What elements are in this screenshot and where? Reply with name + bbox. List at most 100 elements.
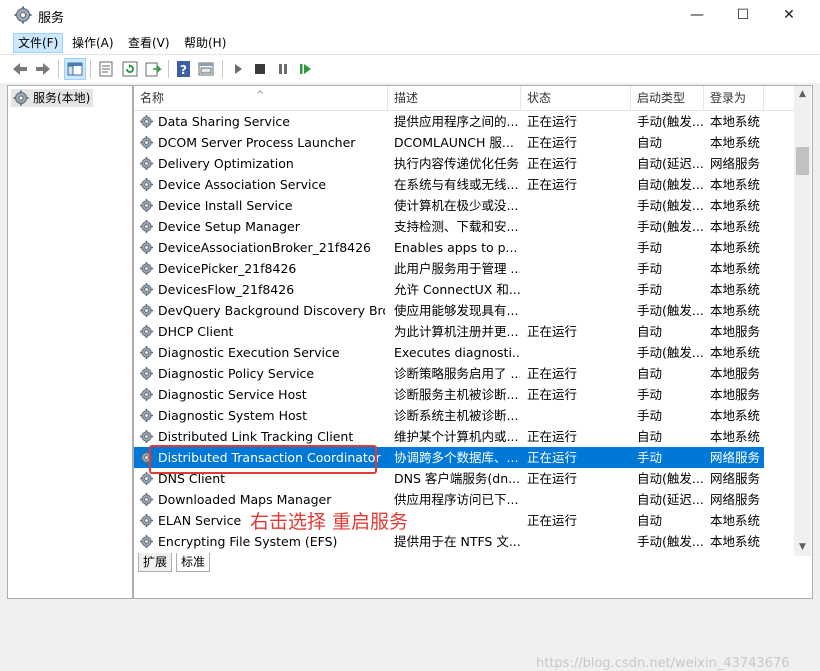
column-header-startup-type[interactable]: 启动类型: [631, 86, 704, 110]
back-icon[interactable]: [10, 59, 30, 79]
stop-icon[interactable]: [250, 59, 270, 79]
main-area: 服务(本地) 名称 ^ 描述 状态 启动类型 登录为 Data Sharing …: [0, 83, 820, 671]
console-tree-icon[interactable]: [64, 58, 86, 80]
start-icon[interactable]: [228, 59, 248, 79]
menu-view[interactable]: 查看(V): [124, 34, 174, 52]
table-row[interactable]: Device Setup Manager 支持检测、下载和安... 手动(触发...…: [134, 216, 764, 237]
menu-action[interactable]: 操作(A): [68, 34, 118, 52]
table-row[interactable]: Diagnostic Execution Service Executes dia…: [134, 342, 764, 363]
table-row[interactable]: Downloaded Maps Manager 供应用程序访问已下... 自动(延迟…: [134, 489, 764, 510]
window-title: 服务: [38, 11, 65, 26]
export-icon[interactable]: [143, 59, 163, 79]
view-icon[interactable]: [196, 59, 216, 79]
service-status: [527, 489, 627, 510]
table-row[interactable]: Delivery Optimization 执行内容传递优化任务 正在运行 自动(延迟…: [134, 153, 764, 174]
service-name: Device Setup Manager: [158, 219, 300, 234]
service-name: Diagnostic System Host: [158, 408, 308, 423]
service-name-cell: DCOM Server Process Launcher: [139, 132, 385, 153]
service-log-on-as: 本地系统: [710, 408, 761, 423]
table-row[interactable]: Device Association Service 在系统与有线或无线... 正在…: [134, 174, 764, 195]
service-description: 提供应用程序之间的...: [394, 114, 519, 129]
table-row[interactable]: DevicesFlow_21f8426 允许 ConnectUX 和... 手动 本地…: [134, 279, 764, 300]
pause-icon[interactable]: [273, 59, 293, 79]
service-description: 协调跨多个数据库、...: [394, 450, 519, 465]
table-row[interactable]: DevicePicker_21f8426 此用户服务用于管理 ... 手动 本地系统: [134, 258, 764, 279]
toolbar-separator: [222, 60, 223, 78]
table-row[interactable]: Diagnostic System Host 诊断系统主机被诊断... 手动 本地系统: [134, 405, 764, 426]
forward-icon[interactable]: [33, 59, 53, 79]
services-gear-icon: [13, 90, 29, 106]
table-row[interactable]: DHCP Client 为此计算机注册并更... 正在运行 自动 本地服务: [134, 321, 764, 342]
help-icon[interactable]: ?: [174, 59, 194, 79]
table-row[interactable]: DevQuery Background Discovery Bro... 使应用能…: [134, 300, 764, 321]
table-row[interactable]: Encrypting File System (EFS) 提供用于在 NTFS 文…: [134, 531, 764, 551]
table-row[interactable]: Device Install Service 使计算机在极少或没... 手动(触发.…: [134, 195, 764, 216]
close-button[interactable]: ✕: [766, 0, 812, 30]
tab-standard[interactable]: 标准: [176, 553, 211, 572]
service-name: Delivery Optimization: [158, 156, 294, 171]
service-startup-type: 自动(延迟...: [637, 156, 704, 171]
service-gear-icon: [139, 198, 154, 213]
service-log-on-as: 本地系统: [710, 198, 761, 213]
minimize-button[interactable]: —: [674, 0, 720, 30]
tree-item-services-local[interactable]: 服务(本地): [11, 89, 94, 107]
service-gear-icon: [139, 114, 154, 129]
service-description: 支持检测、下载和安...: [394, 219, 519, 234]
menu-file[interactable]: 文件(F): [13, 33, 64, 53]
table-row[interactable]: DeviceAssociationBroker_21f8426 Enables a…: [134, 237, 764, 258]
annotation-text: 右击选择 重启服务: [250, 511, 409, 533]
service-description: 提供用于在 NTFS 文...: [394, 534, 520, 549]
table-row[interactable]: Diagnostic Service Host 诊断服务主机被诊断... 正在运行 手…: [134, 384, 764, 405]
service-name-cell: Diagnostic System Host: [139, 405, 385, 426]
service-log-on-as: 本地系统: [710, 219, 761, 234]
service-status: 正在运行: [527, 513, 578, 528]
menu-help[interactable]: 帮助(H): [180, 34, 230, 52]
service-log-on-as: 本地系统: [710, 261, 761, 276]
scrollbar-thumb[interactable]: [796, 147, 809, 175]
column-header-status[interactable]: 状态: [521, 86, 631, 110]
service-status: 正在运行: [527, 324, 578, 339]
view-tabs: 扩展 标准: [134, 552, 812, 572]
service-description: 维护某个计算机内或...: [394, 429, 519, 444]
service-name: Encrypting File System (EFS): [158, 534, 338, 549]
service-gear-icon: [139, 366, 154, 381]
scroll-up-icon[interactable]: ▲: [794, 86, 811, 103]
service-name-cell: DHCP Client: [139, 321, 385, 342]
vertical-scrollbar[interactable]: ▲ ▼: [794, 86, 811, 556]
service-name-cell: DevicePicker_21f8426: [139, 258, 385, 279]
service-description: Enables apps to p...: [394, 240, 518, 255]
service-log-on-as: 本地系统: [710, 513, 761, 528]
table-row[interactable]: DCOM Server Process Launcher DCOMLAUNCH 服…: [134, 132, 764, 153]
service-status: [527, 531, 627, 551]
title-bar: 服务 — ☐ ✕: [0, 0, 820, 32]
service-name: DevQuery Background Discovery Bro...: [158, 303, 385, 318]
maximize-button[interactable]: ☐: [720, 0, 766, 30]
service-name: DCOM Server Process Launcher: [158, 135, 356, 150]
service-gear-icon: [139, 156, 154, 171]
service-gear-icon: [139, 345, 154, 360]
column-header-name[interactable]: 名称 ^: [134, 86, 388, 110]
service-name-cell: Diagnostic Policy Service: [139, 363, 385, 384]
column-name-label: 名称: [140, 91, 165, 105]
service-description: Executes diagnosti...: [394, 345, 520, 360]
service-gear-icon: [139, 177, 154, 192]
service-gear-icon: [139, 513, 154, 528]
sort-ascending-icon: ^: [256, 90, 265, 101]
column-header-description[interactable]: 描述: [388, 86, 521, 110]
table-row[interactable]: Distributed Link Tracking Client 维护某个计算机内…: [134, 426, 764, 447]
service-name-cell: Distributed Link Tracking Client: [139, 426, 385, 447]
properties-icon[interactable]: [96, 59, 116, 79]
service-startup-type: 手动: [637, 387, 663, 402]
table-row[interactable]: Diagnostic Policy Service 诊断策略服务启用了 ... 正在…: [134, 363, 764, 384]
refresh-icon[interactable]: [120, 59, 140, 79]
service-status: 正在运行: [527, 177, 578, 192]
table-row[interactable]: ELAN Service 正在运行 自动 本地系统: [134, 510, 764, 531]
restart-icon[interactable]: [296, 59, 316, 79]
column-header-log-on-as[interactable]: 登录为: [704, 86, 764, 110]
table-row[interactable]: Data Sharing Service 提供应用程序之间的... 正在运行 手动(触…: [134, 111, 764, 132]
service-startup-type: 自动: [637, 366, 663, 381]
service-status: 正在运行: [527, 450, 578, 465]
tab-extended[interactable]: 扩展: [138, 553, 173, 572]
service-status: 正在运行: [527, 471, 578, 486]
service-startup-type: 自动(触发...: [637, 177, 704, 192]
